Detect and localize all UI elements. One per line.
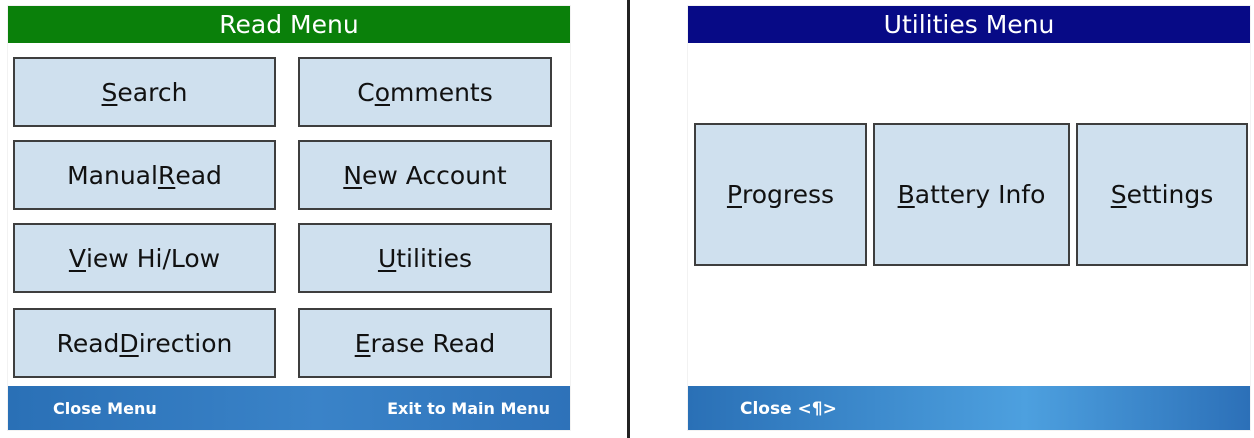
screen-divider xyxy=(627,0,630,438)
view-hi-low-button[interactable]: View Hi/Low xyxy=(13,223,276,293)
read-menu-screen: Read Menu Search Co mments Manual Read Ne… xyxy=(8,6,570,430)
battery-info-button[interactable]: Battery Info xyxy=(873,123,1070,266)
read-menu-title: Read Menu xyxy=(8,6,570,43)
progress-button[interactable]: Progress xyxy=(694,123,867,266)
utilities-menu-title: Utilities Menu xyxy=(688,6,1250,43)
search-button[interactable]: Search xyxy=(13,57,276,127)
erase-read-button[interactable]: Erase Read xyxy=(298,308,552,378)
settings-button[interactable]: Settings xyxy=(1076,123,1248,266)
utilities-menu-softkey-bar: Close <¶> xyxy=(688,386,1250,430)
manual-read-button[interactable]: Manual Read xyxy=(13,140,276,210)
utilities-button[interactable]: Utilities xyxy=(298,223,552,293)
close-softkey[interactable]: Close <¶> xyxy=(740,399,837,419)
comments-button[interactable]: Co mments xyxy=(298,57,552,127)
new-account-button[interactable]: New Account xyxy=(298,140,552,210)
exit-to-main-menu-softkey[interactable]: Exit to Main Menu xyxy=(387,399,550,418)
utilities-menu-screen: Utilities Menu Progress Battery Info Set… xyxy=(688,6,1250,430)
close-menu-softkey[interactable]: Close Menu xyxy=(53,399,157,418)
read-direction-button[interactable]: Read Direction xyxy=(13,308,276,378)
read-menu-softkey-bar: Close Menu Exit to Main Menu xyxy=(8,386,570,430)
